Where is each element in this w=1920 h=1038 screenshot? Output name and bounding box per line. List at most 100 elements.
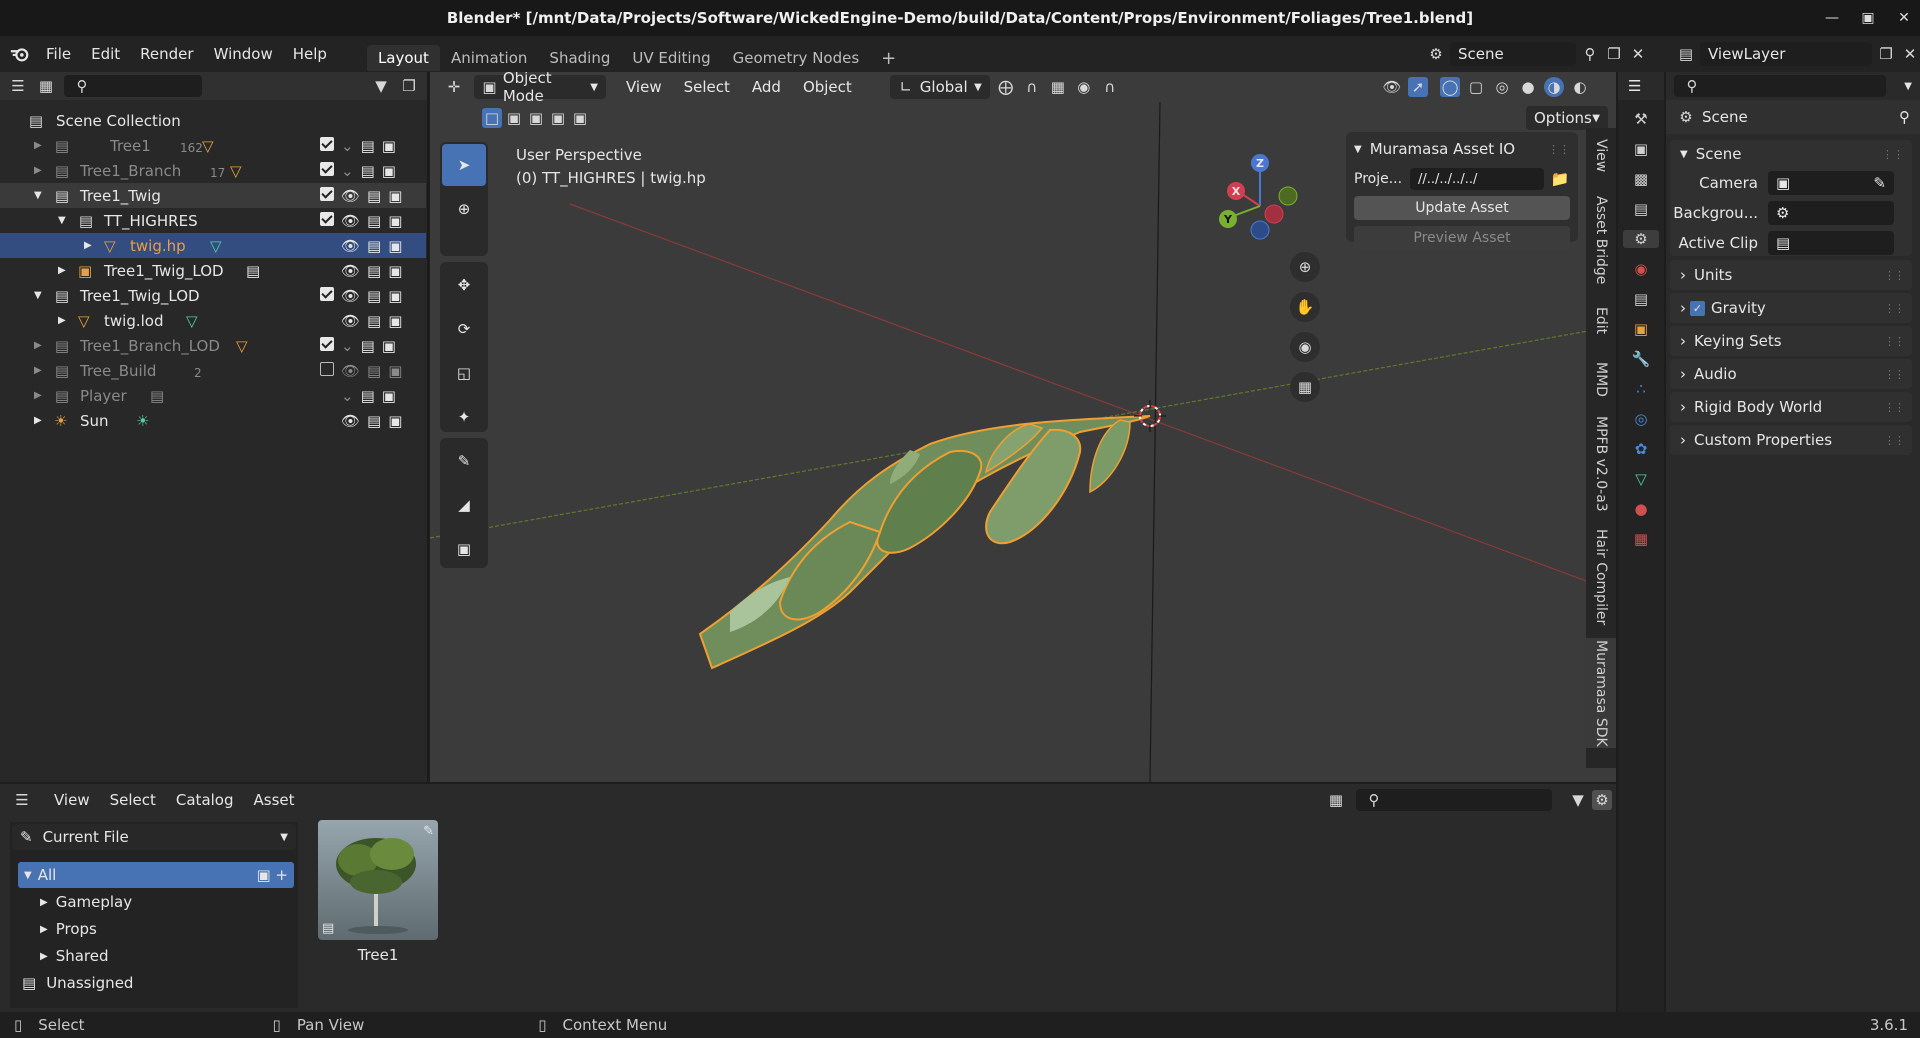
folder-icon[interactable]: 📁 <box>1550 169 1570 189</box>
asset-tile[interactable]: ▤ ✎ Tree1 <box>318 820 438 964</box>
tab-animation[interactable]: Animation <box>440 45 538 71</box>
move-tool-icon[interactable]: ✥ <box>442 264 486 306</box>
asset-menu-catalog[interactable]: Catalog <box>168 791 242 809</box>
outliner-row-tree-build[interactable]: ▶ ▤ Tree_Build 2 👁 ▤ ▣ <box>0 358 426 383</box>
visibility-toggles[interactable]: ⌄ ▤ ▣ <box>320 136 396 155</box>
outliner-row-tree1-twig[interactable]: ▼ ▤ Tree1_Twig 👁 ▤ ▣ <box>0 183 426 208</box>
pivot-point-icon[interactable]: ⨁ <box>996 77 1016 97</box>
delete-viewlayer-icon[interactable]: ✕ <box>1900 44 1920 64</box>
sidebar-tab-edit[interactable]: Edit <box>1586 296 1616 346</box>
sidebar-tab-asset-bridge[interactable]: Asset Bridge <box>1586 190 1616 290</box>
scale-tool-icon[interactable]: ◱ <box>442 352 486 394</box>
gravity-panel[interactable]: › ✓ Gravity ⋮⋮ <box>1670 293 1912 323</box>
tab-shading[interactable]: Shading <box>538 45 621 71</box>
select-subtract-icon[interactable]: ▣ <box>526 108 546 128</box>
expand-arrow-icon[interactable]: ▶ <box>40 897 48 908</box>
select-box-tool-icon[interactable]: ➤ <box>442 144 486 186</box>
zoom-icon[interactable]: ⊕ <box>1290 252 1320 282</box>
scene-selector[interactable]: ⚙ Scene ⚲ ❐ ✕ <box>1426 42 1648 66</box>
scene-name-field[interactable]: Scene <box>1450 42 1576 66</box>
world-tab-icon[interactable]: ◉ <box>1634 260 1647 278</box>
catalog-shared[interactable]: ▶ Shared <box>40 943 316 969</box>
eyedropper-icon[interactable]: ✎ <box>1873 174 1886 192</box>
cursor-tool-icon[interactable]: ⊕ <box>442 188 486 230</box>
3d-viewport[interactable]: ✛ ▣ Object Mode ▼ View Select Add Object… <box>430 72 1616 782</box>
drag-handle-icon[interactable]: ⋮⋮ <box>1884 302 1905 315</box>
drag-handle-icon[interactable]: ⋮⋮ <box>1884 269 1905 282</box>
catalog-gameplay[interactable]: ▶ Gameplay <box>40 889 316 915</box>
preview-asset-button[interactable]: Preview Asset <box>1354 226 1570 250</box>
outliner-row-tree1[interactable]: ▶ ▤ Tree1 162 ▽ ⌄ ▤ ▣ <box>0 133 426 158</box>
visibility-toggles[interactable]: 👁 ▤ ▣ <box>320 237 402 255</box>
new-scene-icon[interactable]: ❐ <box>1604 44 1624 64</box>
rendered-shading-icon[interactable]: ◐ <box>1570 77 1590 97</box>
keying-sets-panel[interactable]: › Keying Sets ⋮⋮ <box>1670 326 1912 356</box>
viewlayer-selector[interactable]: ▤ ViewLayer ❐ ✕ <box>1676 42 1920 66</box>
expand-arrow-icon[interactable]: ▶ <box>40 951 48 962</box>
gizmo-x-axis[interactable]: X <box>1227 182 1245 200</box>
menu-render[interactable]: Render <box>130 45 203 63</box>
chevron-down-icon[interactable]: ▼ <box>1904 81 1912 92</box>
sidebar-tab-view[interactable]: View <box>1586 128 1616 184</box>
expand-arrow-icon[interactable]: ▶ <box>34 390 42 401</box>
viewport-menu-add[interactable]: Add <box>744 78 789 96</box>
add-workspace-button[interactable]: + <box>870 44 907 73</box>
drag-handle-icon[interactable]: ⋮⋮ <box>1548 143 1570 156</box>
editor-type-icon[interactable]: ☰ <box>12 790 32 810</box>
new-collection-icon[interactable]: ❐ <box>399 76 419 96</box>
menu-edit[interactable]: Edit <box>81 45 130 63</box>
visibility-icon[interactable]: 👁 <box>1382 77 1402 97</box>
project-path-input[interactable]: //../../../../ <box>1410 168 1544 190</box>
camera-field[interactable]: ▣ ✎ <box>1768 171 1894 195</box>
viewport-menu-view[interactable]: View <box>618 78 670 96</box>
perspective-toggle-icon[interactable]: ▦ <box>1290 372 1320 402</box>
collapse-arrow-icon[interactable]: ▼ <box>1354 144 1362 155</box>
editor-type-icon[interactable]: ✛ <box>444 77 464 97</box>
maximize-button[interactable]: ▣ <box>1857 7 1879 29</box>
collection-tab-icon[interactable]: ▤ <box>1634 290 1648 308</box>
snap-target-icon[interactable]: ▦ <box>1048 77 1068 97</box>
outliner-search-input[interactable]: ⚲ <box>64 75 202 97</box>
blender-logo-icon[interactable] <box>10 44 30 64</box>
update-asset-button[interactable]: Update Asset <box>1354 196 1570 220</box>
transform-tool-icon[interactable]: ✦ <box>442 396 486 438</box>
mesh-data-icon[interactable]: ▽ <box>186 312 198 330</box>
tool-tab-icon[interactable]: ⚒ <box>1634 110 1647 128</box>
scene-tab-icon[interactable]: ⚙ <box>1623 230 1659 248</box>
asset-menu-view[interactable]: View <box>46 791 98 809</box>
close-button[interactable]: ✕ <box>1893 7 1915 29</box>
visibility-toggles[interactable]: ⌄ ▤ ▣ <box>320 336 396 355</box>
expand-arrow-icon[interactable]: ▶ <box>84 240 92 251</box>
asset-menu-select[interactable]: Select <box>102 791 164 809</box>
rotate-tool-icon[interactable]: ⟳ <box>442 308 486 350</box>
object-tab-icon[interactable]: ▣ <box>1634 320 1648 338</box>
asset-search-input[interactable]: ⚲ <box>1356 789 1552 811</box>
select-intersect-icon[interactable]: ▣ <box>570 108 590 128</box>
gizmo-z-axis[interactable]: Z <box>1251 154 1269 172</box>
expand-arrow-icon[interactable]: ▶ <box>34 340 42 351</box>
mesh-data-icon[interactable]: ▽ <box>210 237 222 255</box>
edit-icon[interactable]: ✎ <box>423 824 434 839</box>
visibility-toggles[interactable]: ⌄ ▤ ▣ <box>320 387 396 405</box>
expand-arrow-icon[interactable]: ▶ <box>58 265 66 276</box>
background-field[interactable]: ⚙ <box>1768 201 1894 225</box>
outliner-row-tree1-branch-lod[interactable]: ▶ ▤ Tree1_Branch_LOD ▽ ⌄ ▤ ▣ <box>0 333 426 358</box>
drag-handle-icon[interactable]: ⋮⋮ <box>1882 148 1904 161</box>
outliner-row-twig-lod[interactable]: ▶ ▽ twig.lod ▽ 👁 ▤ ▣ <box>0 308 426 333</box>
expand-arrow-icon[interactable]: ▶ <box>34 415 42 426</box>
audio-panel[interactable]: › Audio ⋮⋮ <box>1670 359 1912 389</box>
pin-icon[interactable]: ⚲ <box>1899 108 1910 126</box>
filter-icon[interactable]: ▼ <box>371 76 391 96</box>
gravity-checkbox[interactable]: ✓ <box>1690 300 1705 316</box>
drag-handle-icon[interactable]: ⋮⋮ <box>1884 335 1905 348</box>
pan-hand-icon[interactable]: ✋ <box>1290 292 1320 322</box>
collapse-arrow-icon[interactable]: ▼ <box>34 190 42 201</box>
camera-view-icon[interactable]: ◉ <box>1290 332 1320 362</box>
view-layer-tab-icon[interactable]: ▤ <box>1634 200 1648 218</box>
units-panel[interactable]: › Units ⋮⋮ <box>1670 260 1912 290</box>
filter-icon[interactable]: ▼ <box>1568 790 1588 810</box>
visibility-toggles[interactable]: 👁 ▤ ▣ <box>320 186 402 205</box>
material-shading-icon[interactable]: ◑ <box>1544 77 1564 97</box>
visibility-toggles[interactable]: ⌄ ▤ ▣ <box>320 161 396 180</box>
mode-selector[interactable]: ▣ Object Mode ▼ <box>474 72 606 105</box>
